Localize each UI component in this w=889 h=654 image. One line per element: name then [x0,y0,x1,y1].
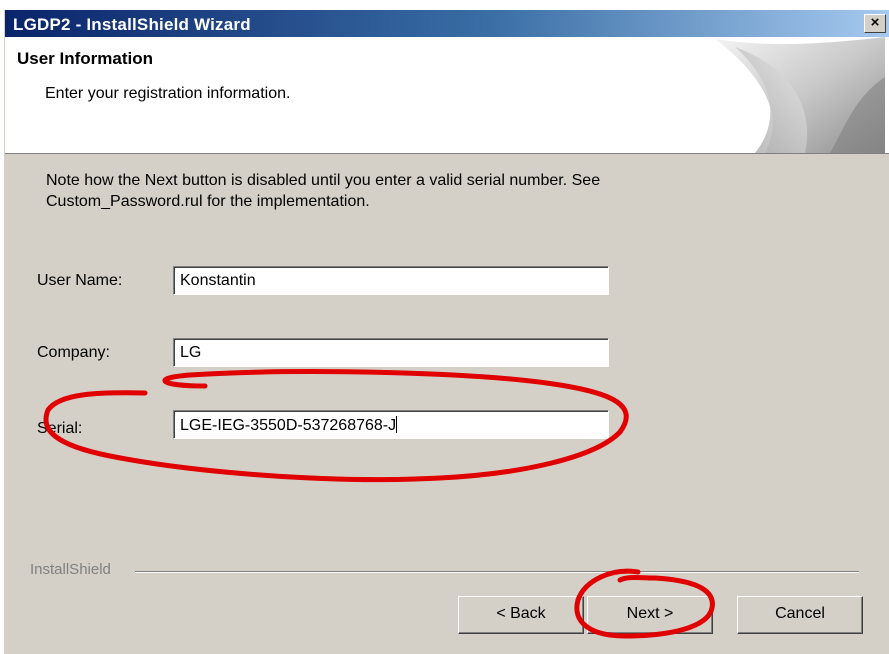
brand-divider [135,571,859,573]
text-caret [396,416,398,433]
window-title: LGDP2 - InstallShield Wizard [13,15,251,34]
next-button[interactable]: Next > [587,596,713,634]
user-name-value: Konstantin [180,272,256,289]
wizard-header: User Information Enter your registration… [5,37,889,154]
company-label: Company: [37,344,110,361]
header-banner-graphic [715,37,885,153]
close-button[interactable]: × [864,14,886,33]
back-button[interactable]: < Back [458,596,584,634]
page-title: User Information [17,49,154,68]
close-icon: × [870,14,880,31]
user-name-field[interactable]: Konstantin [173,266,609,295]
user-name-label: User Name: [37,272,123,289]
title-bar[interactable]: LGDP2 - InstallShield Wizard × [5,10,889,37]
installshield-wizard-window: LGDP2 - InstallShield Wizard × User Info… [4,10,889,654]
serial-label: Serial: [37,420,83,437]
cancel-button[interactable]: Cancel [737,596,863,634]
serial-field[interactable]: LGE-IEG-3550D-537268768-J [173,410,609,439]
company-field[interactable]: LG [173,338,609,367]
company-value: LG [180,344,202,361]
instruction-note: Note how the Next button is disabled unt… [46,172,601,210]
installshield-brand: InstallShield [30,561,117,578]
page-subtitle: Enter your registration information. [45,85,291,102]
serial-value: LGE-IEG-3550D-537268768-J [180,417,397,434]
